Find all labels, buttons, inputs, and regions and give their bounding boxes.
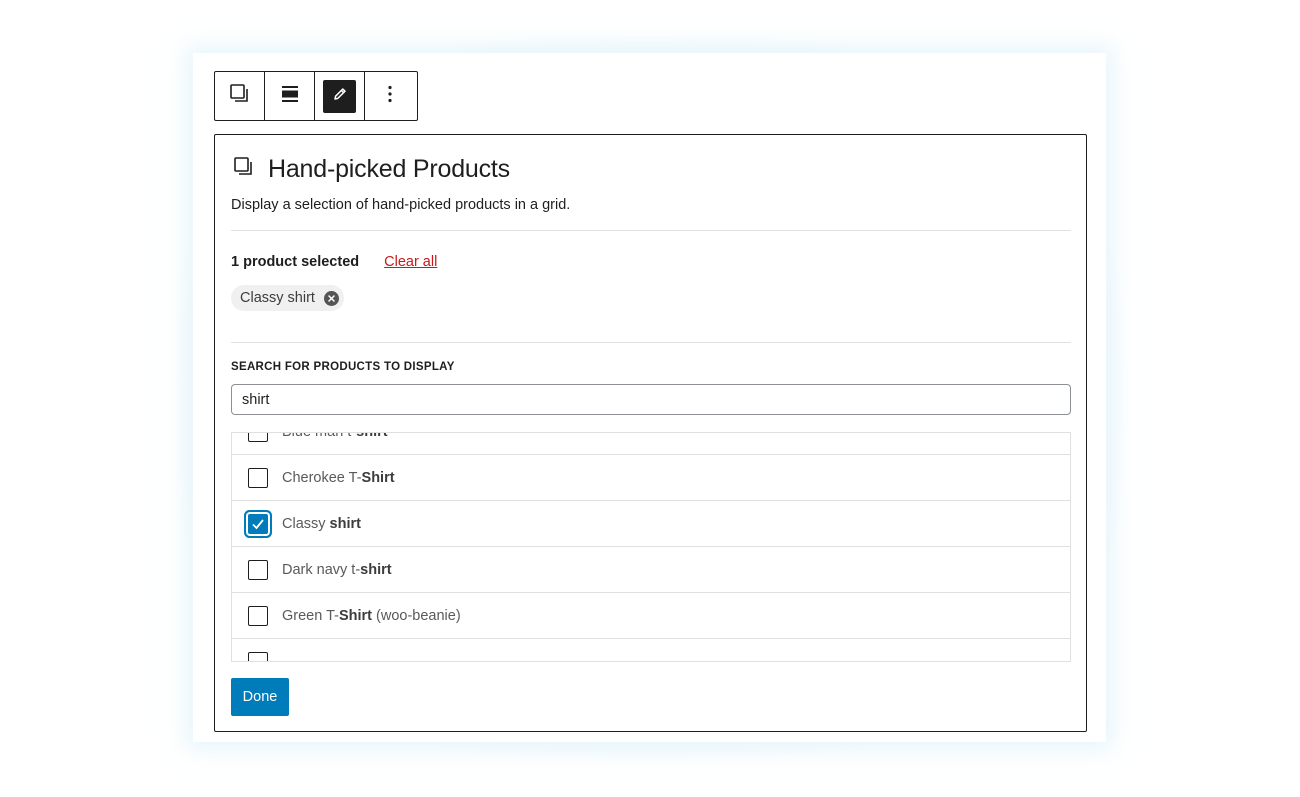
result-checkbox[interactable]	[248, 559, 268, 580]
block-title-row: Hand-picked Products	[233, 155, 510, 184]
search-label: SEARCH FOR PRODUCTS TO DISPLAY	[231, 361, 455, 373]
result-label-prefix: Blue man t-	[282, 433, 356, 440]
search-result-row[interactable]: Classy shirt	[232, 501, 1070, 547]
result-label-match: shirt	[329, 515, 361, 532]
selected-product-chip: Classy shirt	[231, 285, 344, 311]
clear-all-link[interactable]: Clear all	[384, 254, 437, 270]
more-options-button[interactable]	[365, 72, 415, 120]
search-result-row[interactable]: Dark navy t-shirt	[232, 547, 1070, 593]
result-label-suffix: (woo-beanie)	[371, 607, 461, 624]
block-title: Hand-picked Products	[268, 155, 510, 183]
result-checkbox[interactable]	[248, 433, 268, 442]
close-icon	[328, 290, 335, 306]
block-toolbar	[214, 71, 418, 121]
search-results-inner: Blue man t-shirtCherokee T-ShirtClassy s…	[232, 433, 1070, 661]
result-label: Classy shirt	[282, 516, 361, 532]
result-label-prefix: Cherokee T-	[282, 469, 362, 486]
result-label-match: Shirt	[338, 607, 372, 624]
result-checkbox[interactable]	[248, 651, 268, 661]
selected-count: 1 product selected	[231, 254, 360, 270]
align-center-icon	[281, 85, 299, 108]
result-label: Cherokee T-Shirt	[282, 470, 395, 486]
edit-button-active-bg	[323, 79, 356, 113]
result-label: Green T-Shirt (woo-beanie)	[282, 608, 461, 624]
result-label: Blue man t-shirt	[282, 433, 388, 440]
block-type-button[interactable]	[215, 72, 265, 120]
search-result-row[interactable]: Green T-Shirt (woo-beanie)	[232, 593, 1070, 639]
result-label-match: shirt	[360, 561, 392, 578]
search-result-row[interactable]	[232, 639, 1070, 661]
result-label-match: Shirt	[361, 469, 395, 486]
block-description: Display a selection of hand-picked produ…	[231, 197, 571, 213]
result-label-match: shirt	[356, 433, 387, 440]
result-label-prefix: Green T-	[282, 607, 339, 624]
pencil-icon	[332, 86, 348, 107]
remove-chip-button[interactable]	[323, 290, 339, 306]
vertical-ellipsis-icon	[387, 85, 393, 108]
edit-button[interactable]	[315, 72, 365, 120]
done-button[interactable]: Done	[231, 678, 289, 716]
checkmark-icon	[252, 518, 264, 529]
search-results-list[interactable]: Blue man t-shirtCherokee T-ShirtClassy s…	[231, 432, 1071, 662]
result-checkbox[interactable]	[248, 513, 268, 534]
chip-label: Classy shirt	[240, 290, 315, 306]
stacked-squares-icon	[229, 83, 251, 110]
search-result-row[interactable]: Blue man t-shirt	[232, 433, 1070, 455]
product-search-input[interactable]	[231, 384, 1071, 415]
result-checkbox[interactable]	[248, 605, 268, 626]
result-label-prefix: Dark navy t-	[282, 561, 361, 578]
hand-picked-products-block: Hand-picked Products Display a selection…	[214, 134, 1087, 732]
result-checkbox[interactable]	[248, 467, 268, 488]
align-button[interactable]	[265, 72, 315, 120]
selection-summary: 1 product selected Clear all	[231, 254, 437, 270]
divider	[231, 342, 1071, 343]
result-label-prefix: Classy	[282, 515, 330, 532]
divider	[231, 230, 1071, 231]
result-label: Dark navy t-shirt	[282, 562, 392, 578]
stacked-squares-icon	[233, 156, 255, 183]
search-result-row[interactable]: Cherokee T-Shirt	[232, 455, 1070, 501]
